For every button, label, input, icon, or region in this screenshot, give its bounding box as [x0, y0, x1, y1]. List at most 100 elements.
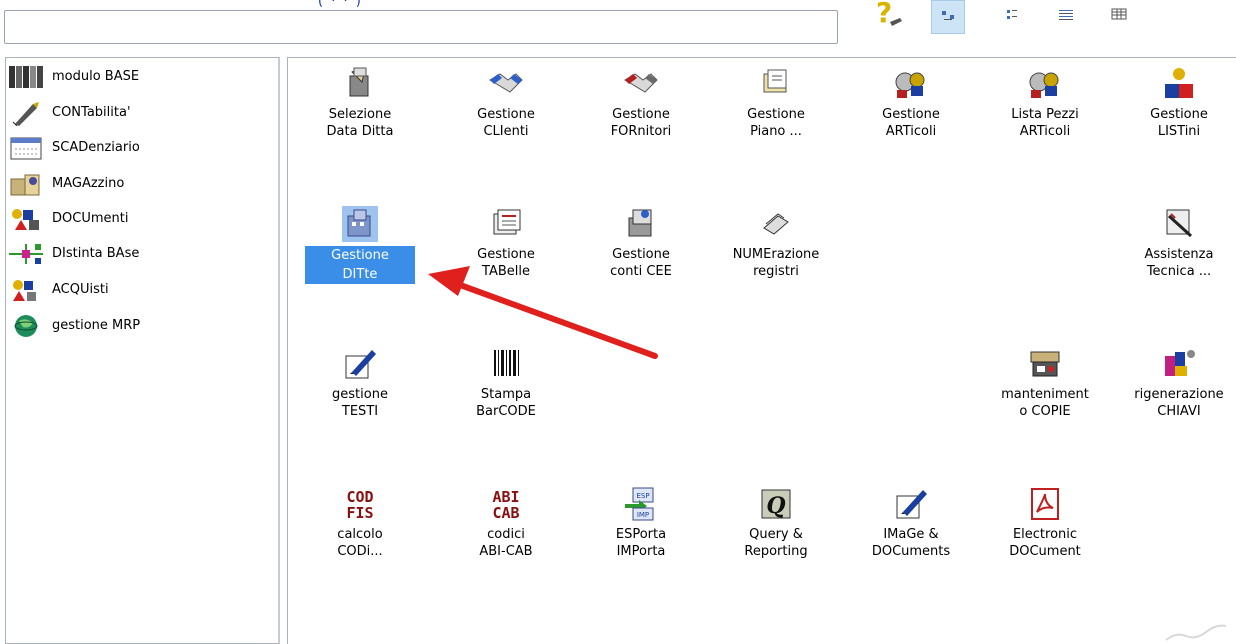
- tile-label-line2: ARTicoli: [885, 124, 937, 139]
- sidebar-item-distinta-base[interactable]: DIstinta BAse: [7, 241, 275, 267]
- tile-label-line1: IMaGe &: [883, 527, 939, 542]
- tile-label-line1: Electronic: [1012, 527, 1078, 542]
- tile-label-line1: calcolo: [337, 527, 383, 542]
- tile-label-line2: Data Ditta: [326, 124, 394, 139]
- tile-label-line1: Stampa: [480, 387, 532, 402]
- tile-label-line1: Query &: [749, 527, 803, 542]
- tile-selezione-data-ditta[interactable]: Selezione Data Ditta: [305, 66, 415, 166]
- sidebar-item-gestione-mrp[interactable]: gestione MRP: [7, 313, 275, 339]
- tables-icon: [488, 206, 524, 242]
- tile-lista-pezzi-articoli[interactable]: Lista Pezzi ARTicoli: [990, 66, 1100, 166]
- tile-label-line2: CODi...: [337, 544, 383, 559]
- abicab-text-bottom: CAB: [492, 504, 519, 522]
- sidebar-item-label: ACQUisti: [52, 282, 109, 297]
- tile-image-documents[interactable]: IMaGe & DOCuments: [856, 486, 966, 586]
- tile-label-line1: Selezione: [328, 107, 392, 122]
- help-button[interactable]: ?: [870, 0, 904, 34]
- pdf-icon: [1027, 486, 1063, 522]
- small-icons-view-button[interactable]: [997, 0, 1031, 34]
- list-view-button[interactable]: [1049, 0, 1083, 34]
- tile-label-line1: Assistenza: [1144, 247, 1214, 262]
- sidebar-item-scadenziario[interactable]: SCADenziario: [7, 135, 275, 161]
- export-import-icon: ESP IMP: [623, 486, 659, 522]
- keys-icon: [1161, 346, 1197, 382]
- module-sidebar: modulo BASE CONTabilita' SCADenziario MA…: [5, 57, 280, 644]
- tile-assistenza-tecnica[interactable]: Assistenza Tecnica ...: [1124, 206, 1234, 306]
- tile-label-line1: Lista Pezzi: [1011, 107, 1079, 122]
- large-icons-view-button[interactable]: [931, 0, 965, 34]
- tile-label-line2: DOCuments: [871, 544, 951, 559]
- tile-calcolo-codici[interactable]: COD FIS calcolo CODi...: [305, 486, 415, 586]
- tile-gestione-tabelle[interactable]: Gestione TABelle: [451, 206, 561, 306]
- tile-gestione-testi[interactable]: gestione TESTI: [305, 346, 415, 446]
- details-view-button[interactable]: [1102, 0, 1136, 34]
- tile-label-line2: Piano ...: [750, 124, 802, 139]
- import-label: IMP: [637, 511, 649, 519]
- tile-gestione-piano[interactable]: Gestione Piano ...: [721, 66, 831, 166]
- tile-label-line2: Tecnica ...: [1146, 264, 1212, 279]
- companies-icon: [342, 206, 378, 242]
- tile-label-line1: Gestione: [1150, 107, 1208, 122]
- tile-label-line2: CHIAVI: [1157, 404, 1201, 419]
- tile-label-line2: BarCODE: [476, 404, 536, 419]
- abicab-icon: ABI CAB: [488, 486, 524, 522]
- tile-gestione-conti-cee[interactable]: Gestione conti CEE: [586, 206, 696, 306]
- query-icon: Q: [758, 486, 794, 522]
- tile-label-line1: Gestione: [477, 247, 535, 262]
- tile-label-line2: LISTini: [1157, 124, 1201, 139]
- tile-mantenimento-copie[interactable]: manteniment o COPIE: [990, 346, 1100, 446]
- tile-gestione-ditte[interactable]: Gestione DITte: [305, 206, 415, 306]
- sidebar-item-modulo-base[interactable]: modulo BASE: [7, 64, 275, 90]
- sidebar-item-magazzino[interactable]: MAGAzzino: [7, 171, 275, 197]
- tile-query-reporting[interactable]: Q Query & Reporting: [721, 486, 831, 586]
- tile-gestione-listini[interactable]: Gestione LISTini: [1124, 66, 1234, 166]
- hand-select-icon: [342, 66, 378, 102]
- tile-label-line1: gestione: [332, 387, 388, 402]
- sidebar-item-label: modulo BASE: [52, 69, 140, 84]
- tile-label-line2: Reporting: [744, 544, 808, 559]
- codfis-icon: COD FIS: [342, 486, 378, 522]
- tile-gestione-clienti[interactable]: Gestione CLIenti: [451, 66, 561, 166]
- tile-label-line2: TESTI: [341, 404, 379, 419]
- tile-label-line1: Gestione: [612, 247, 670, 262]
- partial-toolbar-text: ( · · ): [318, 0, 363, 9]
- tile-rigenerazione-chiavi[interactable]: rigenerazione CHIAVI: [1124, 346, 1234, 446]
- blocks-icon: [1161, 66, 1197, 102]
- sidebar-item-documenti[interactable]: DOCUmenti: [7, 206, 275, 232]
- tile-label-line2: registri: [753, 264, 799, 279]
- tile-numerazione-registri[interactable]: NUMErazione registri: [721, 206, 831, 306]
- numbering-icon: [758, 206, 794, 242]
- tile-label-line1: Gestione: [612, 107, 670, 122]
- tile-label-line2: DOCument: [1009, 544, 1081, 559]
- tile-electronic-document[interactable]: Electronic DOCument: [990, 486, 1100, 586]
- sidebar-item-acquisti[interactable]: ACQUisti: [7, 277, 275, 303]
- gears-icon: [893, 66, 929, 102]
- handshake-red-icon: [623, 66, 659, 102]
- tile-label-line2: ABI-CAB: [479, 544, 533, 559]
- search-input[interactable]: [4, 10, 838, 44]
- tile-label-line2: ARTicoli: [1019, 124, 1071, 139]
- codfis-text-bottom: FIS: [346, 504, 373, 522]
- tile-gestione-articoli[interactable]: Gestione ARTicoli: [856, 66, 966, 166]
- sidebar-item-label: SCADenziario: [52, 140, 140, 155]
- tile-esporta-importa[interactable]: ESP IMP ESPorta IMPorta: [586, 486, 696, 586]
- tile-gestione-fornitori[interactable]: Gestione FORnitori: [586, 66, 696, 166]
- tile-label-line2: CLIenti: [483, 124, 529, 139]
- tile-label-line1: Gestione: [747, 107, 805, 122]
- image-docs-icon: [893, 486, 929, 522]
- tile-codici-abi-cab[interactable]: ABI CAB codici ABI-CAB: [451, 486, 561, 586]
- tile-label-line1: Gestione: [305, 246, 415, 265]
- toolbar: ( · · ) ?: [0, 0, 1236, 56]
- tile-label-line1: NUMErazione: [732, 247, 820, 262]
- tile-label-line2: conti CEE: [610, 264, 672, 279]
- tile-label-line1: codici: [487, 527, 525, 542]
- sidebar-item-contabilita[interactable]: CONTabilita': [7, 100, 275, 126]
- tile-label-line2: o COPIE: [1019, 404, 1071, 419]
- handshake-blue-icon: [488, 66, 524, 102]
- ledger-icon: [623, 206, 659, 242]
- program-tiles-panel: Selezione Data Ditta Gestione CLIenti Gest…: [287, 57, 1236, 644]
- barcode-icon: [488, 346, 524, 382]
- tile-stampa-barcode[interactable]: Stampa BarCODE: [451, 346, 561, 446]
- tile-label-line2: TABelle: [482, 264, 530, 279]
- tile-label-line1: ESPorta: [615, 527, 667, 542]
